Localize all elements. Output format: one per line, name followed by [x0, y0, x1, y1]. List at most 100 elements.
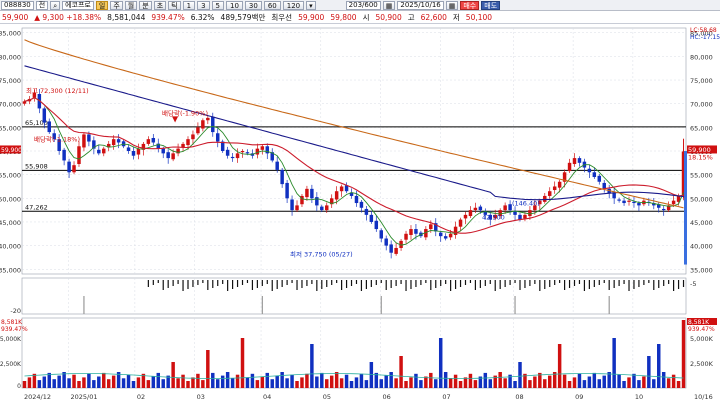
volume-bar [87, 373, 91, 388]
volume-bar [414, 373, 418, 388]
volume-bar [136, 377, 141, 388]
candle-body [186, 139, 190, 146]
candle-body [622, 200, 626, 204]
candle-body [171, 153, 175, 160]
volume-bar [577, 373, 582, 388]
time-axis-label: 07 [442, 393, 450, 401]
high-label: 고 [407, 13, 415, 22]
candle-body [116, 139, 121, 143]
interval-60[interactable]: 60 [263, 0, 281, 10]
candle-body [404, 233, 408, 240]
volume-bar [97, 376, 101, 388]
volume-bar [438, 338, 443, 388]
stock-chart[interactable]: 85,000 85,00080,000 80,00075,000 75,00070,0… [0, 24, 720, 404]
chevron-down-icon[interactable]: ▾ [306, 0, 316, 10]
candle-body [414, 229, 418, 234]
price-axis-label-left: 70,000 [0, 101, 21, 109]
volume-bar [201, 380, 205, 388]
volume-bar [429, 372, 433, 388]
volume-bar [82, 377, 86, 388]
interval-120[interactable]: 120 [282, 0, 305, 10]
candle-body [617, 199, 621, 201]
candle-body [369, 214, 374, 222]
candle-body [384, 238, 388, 246]
period-tab-second[interactable]: 초 [153, 0, 167, 10]
candle-body [290, 199, 294, 211]
volume-bar [215, 379, 220, 388]
volume-bar [22, 381, 27, 388]
time-axis-label: 05 [323, 393, 331, 401]
best-ask: 59,900 [298, 13, 325, 22]
candle-body [260, 146, 265, 150]
volume-bar [592, 372, 597, 388]
count-field[interactable]: 203/600 [345, 0, 381, 10]
interval-3[interactable]: 3 [197, 0, 210, 10]
volume-tag-label: 8,581K [688, 319, 710, 326]
candle-body [334, 191, 339, 200]
volume-axis-label-right: 2,500K [690, 360, 714, 368]
period-tab-day[interactable]: 일 [95, 0, 109, 10]
volume-bar [369, 362, 374, 388]
candle-body [379, 230, 383, 239]
interval-10[interactable]: 10 [226, 0, 243, 10]
volume-bar [572, 377, 577, 388]
volume-axis-label-left: 2,500K [0, 361, 22, 368]
time-axis-label: 10 [635, 393, 643, 401]
candle-body [320, 206, 324, 211]
candle-body [42, 108, 47, 123]
volume-bar [409, 377, 413, 388]
volume-bar [468, 373, 473, 388]
volume-bar [146, 380, 151, 388]
volume-bar [186, 381, 190, 388]
chart-annotation: 최고 72,300 (12/11) [26, 86, 89, 95]
period-tab-tick[interactable]: 틱 [168, 0, 181, 10]
chart-panel-frame [21, 277, 687, 315]
date-field[interactable]: 2025/10/16 [397, 0, 444, 10]
interval-1[interactable]: 1 [182, 0, 196, 10]
volume-bar [483, 372, 488, 388]
volume-bar [671, 374, 676, 388]
candle-body [111, 139, 116, 146]
calendar-picker-icon[interactable]: ▦ [445, 0, 459, 10]
period-tab-minute[interactable]: 분 [139, 0, 152, 10]
candle-body [458, 219, 463, 227]
period-tab-month[interactable]: 월 [124, 0, 138, 10]
volume-bar [325, 379, 329, 388]
candle-body [389, 244, 393, 253]
price-axis-label-right: 50,000 [690, 195, 713, 203]
volume-bar [305, 373, 309, 388]
calendar-icon[interactable]: ▦ [382, 0, 396, 10]
price-axis-label-left: 80,000 [0, 53, 21, 61]
interval-5[interactable]: 5 [211, 0, 224, 10]
candle-body [166, 152, 170, 159]
volume-bar [27, 377, 32, 388]
candle-body [240, 151, 245, 153]
interval-30[interactable]: 30 [244, 0, 262, 10]
volume-bar [57, 375, 61, 388]
candle-body [285, 182, 289, 199]
volume-bar [171, 362, 175, 388]
volume-bar [602, 375, 606, 388]
volume-bar [473, 380, 478, 388]
candle-body [67, 161, 71, 173]
candle-body [671, 200, 676, 205]
price-axis-label-left: 65,000 [0, 124, 21, 132]
market-selector[interactable]: 전 [35, 0, 49, 10]
current-price: 59,900 [2, 13, 29, 22]
price-axis-label-right: 70,000 [690, 101, 713, 109]
volume-bar [42, 376, 47, 388]
period-tab-week[interactable]: 주 [110, 0, 123, 10]
volume-bar [528, 380, 532, 388]
volume-bar [434, 379, 438, 388]
stock-code-input[interactable]: 088830 [1, 0, 34, 10]
buy-button[interactable]: 매수 [460, 0, 480, 10]
search-button[interactable]: ⌕ [50, 0, 61, 10]
candle-body [215, 133, 220, 142]
volume-bar [562, 374, 567, 388]
indicator-legend: LC:58.68 [690, 27, 717, 34]
volume-bar [503, 378, 507, 388]
candle-body [136, 148, 141, 155]
candle-body [409, 229, 413, 235]
sell-button[interactable]: 매도 [481, 0, 501, 10]
volume-bar [191, 377, 195, 388]
